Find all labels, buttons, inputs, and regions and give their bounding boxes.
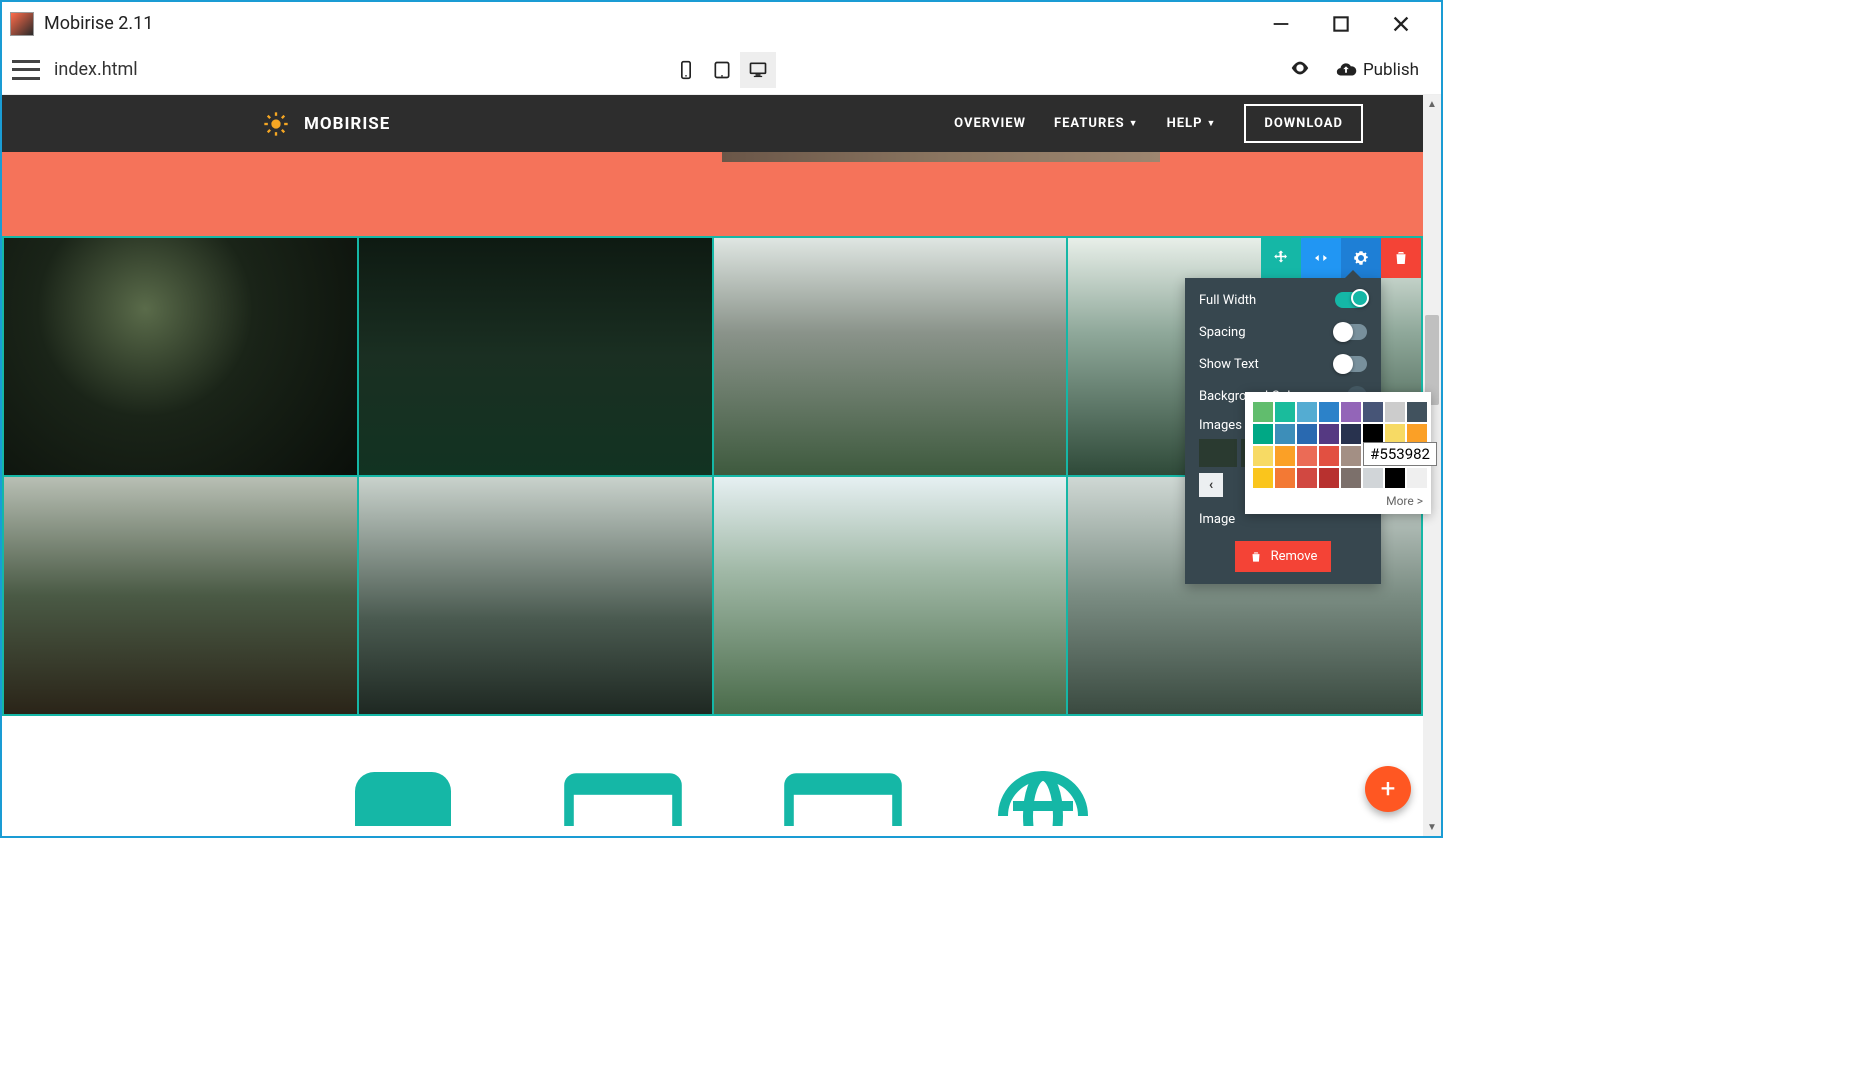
color-swatch[interactable] (1341, 424, 1361, 444)
gallery-image[interactable] (4, 238, 357, 475)
images-prev-button[interactable]: ‹ (1199, 473, 1223, 497)
setting-full-width-toggle[interactable] (1335, 292, 1367, 308)
nav-overview[interactable]: OVERVIEW (954, 116, 1026, 131)
color-swatch[interactable] (1253, 446, 1273, 466)
canvas: MOBIRISE OVERVIEW FEATURES▼ HELP▼ DOWNLO… (2, 95, 1423, 836)
color-swatch[interactable] (1407, 402, 1427, 422)
color-swatch[interactable] (1341, 446, 1361, 466)
publish-label: Publish (1363, 60, 1419, 80)
minimize-button[interactable] (1269, 12, 1293, 36)
color-swatch[interactable] (1363, 402, 1383, 422)
color-swatch[interactable] (1319, 446, 1339, 466)
color-swatch[interactable] (1341, 468, 1361, 488)
block-delete-button[interactable] (1381, 238, 1421, 278)
color-swatch[interactable] (1297, 424, 1317, 444)
publish-button[interactable]: Publish (1335, 59, 1419, 81)
nav-help[interactable]: HELP▼ (1167, 116, 1217, 131)
scroll-up-arrow[interactable]: ▲ (1423, 95, 1441, 113)
preview-button[interactable] (1289, 57, 1311, 83)
color-swatch[interactable] (1297, 468, 1317, 488)
gallery-image[interactable] (359, 477, 712, 714)
hero-block[interactable] (2, 152, 1423, 236)
color-swatch[interactable] (1253, 424, 1273, 444)
block-move-button[interactable] (1261, 238, 1301, 278)
window-title: Mobirise 2.11 (44, 13, 153, 34)
gallery-image[interactable] (714, 238, 1067, 475)
chevron-down-icon: ▼ (1206, 118, 1216, 129)
color-swatch[interactable] (1407, 424, 1427, 444)
device-mobile-button[interactable] (668, 52, 704, 88)
color-swatch[interactable] (1363, 468, 1383, 488)
browser-icon (553, 766, 693, 826)
device-desktop-button[interactable] (740, 52, 776, 88)
gallery-image[interactable] (4, 477, 357, 714)
nav-features[interactable]: FEATURES▼ (1054, 116, 1139, 131)
site-navbar-block[interactable]: MOBIRISE OVERVIEW FEATURES▼ HELP▼ DOWNLO… (2, 95, 1423, 152)
features-block[interactable] (2, 716, 1423, 826)
color-swatch[interactable] (1275, 424, 1295, 444)
app-icon (10, 12, 34, 36)
hero-image (722, 152, 1160, 162)
chevron-down-icon: ▼ (1129, 118, 1139, 129)
gallery-image[interactable] (714, 477, 1067, 714)
setting-spacing-toggle[interactable] (1335, 324, 1367, 340)
gallery-block[interactable]: Full Width Spacing Show Text Background … (2, 236, 1423, 716)
color-swatch[interactable] (1319, 424, 1339, 444)
setting-showtext-label: Show Text (1199, 357, 1259, 372)
browser-icon (773, 766, 913, 826)
setting-images-label: Images (1199, 418, 1242, 433)
gallery-image[interactable] (359, 238, 712, 475)
color-swatch[interactable] (1275, 402, 1295, 422)
color-swatch[interactable] (1341, 402, 1361, 422)
window-titlebar: Mobirise 2.11 (2, 2, 1441, 45)
add-block-fab[interactable]: + (1365, 766, 1411, 812)
bootstrap-icon (333, 766, 473, 826)
close-button[interactable] (1389, 12, 1413, 36)
page-filename[interactable]: index.html (54, 59, 138, 80)
maximize-button[interactable] (1329, 12, 1353, 36)
sun-icon (262, 110, 290, 138)
scroll-down-arrow[interactable]: ▼ (1423, 818, 1441, 836)
color-swatch[interactable] (1407, 468, 1427, 488)
device-switcher (668, 52, 776, 88)
color-picker-popover: #553982 More > (1245, 392, 1431, 514)
color-hex-tooltip: #553982 (1363, 442, 1437, 466)
block-actions (1261, 238, 1421, 278)
color-swatch[interactable] (1297, 402, 1317, 422)
color-swatch[interactable] (1275, 446, 1295, 466)
color-swatch[interactable] (1253, 402, 1273, 422)
menu-button[interactable] (12, 60, 40, 80)
block-code-button[interactable] (1301, 238, 1341, 278)
setting-showtext-toggle[interactable] (1335, 356, 1367, 372)
device-tablet-button[interactable] (704, 52, 740, 88)
color-swatch[interactable] (1385, 468, 1405, 488)
color-swatch[interactable] (1385, 402, 1405, 422)
app-toolbar: index.html Publish (2, 45, 1441, 95)
remove-image-button[interactable]: Remove (1235, 541, 1332, 572)
color-swatch[interactable] (1297, 446, 1317, 466)
globe-icon (993, 766, 1093, 826)
setting-spacing-label: Spacing (1199, 325, 1246, 340)
nav-download[interactable]: DOWNLOAD (1244, 104, 1363, 143)
color-swatch[interactable] (1385, 424, 1405, 444)
brand-label[interactable]: MOBIRISE (304, 114, 390, 134)
color-swatch[interactable] (1363, 424, 1383, 444)
images-thumb[interactable] (1199, 439, 1237, 467)
color-swatch[interactable] (1319, 402, 1339, 422)
setting-full-width-label: Full Width (1199, 293, 1256, 308)
setting-image-label: Image (1199, 512, 1235, 527)
color-swatch[interactable] (1275, 468, 1295, 488)
color-picker-more[interactable]: More > (1253, 494, 1423, 508)
color-swatch[interactable] (1319, 468, 1339, 488)
color-swatch[interactable] (1253, 468, 1273, 488)
